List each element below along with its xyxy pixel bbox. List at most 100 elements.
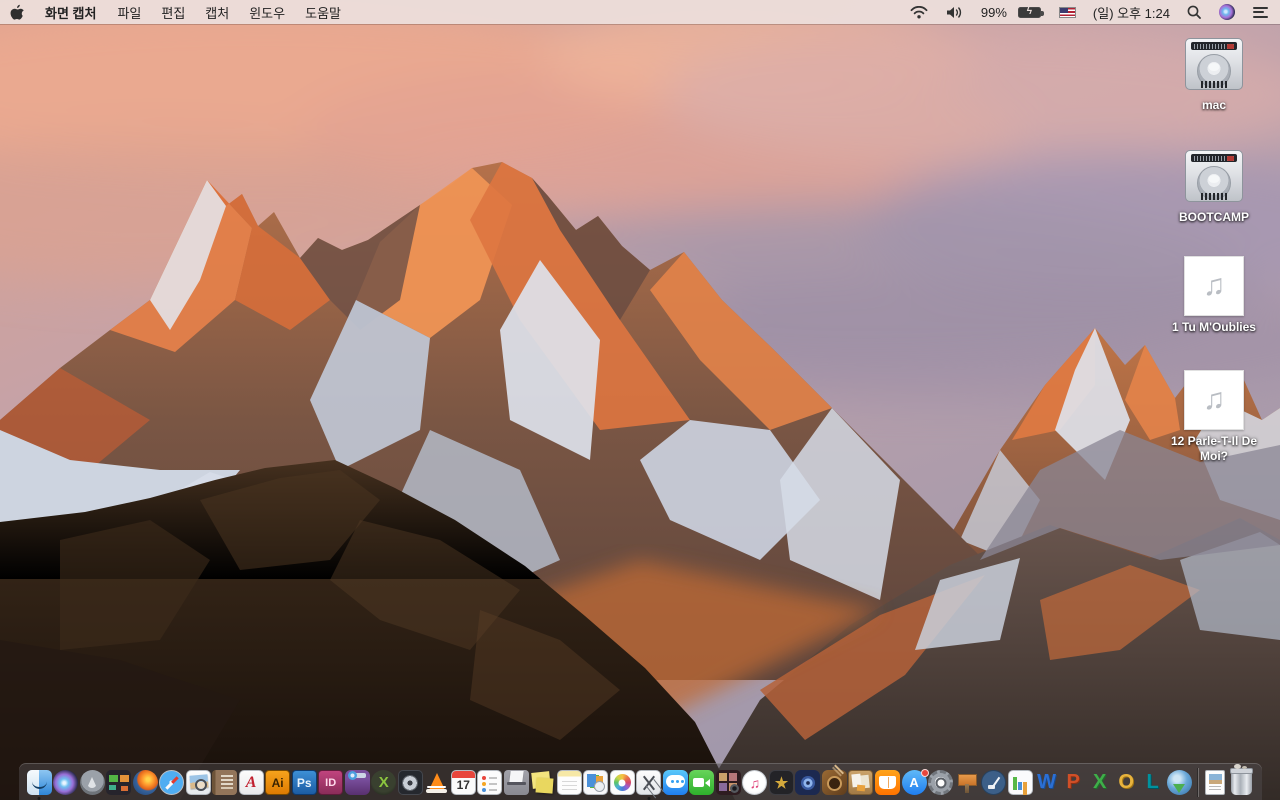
app-menu-item-3[interactable]: 캡처 [195,0,239,24]
dock-item-system-preferences[interactable] [928,765,954,800]
apple-logo-icon [10,4,24,20]
menu-bar-left: 화면 캡처 파일 편집 캡처 윈도우 도움말 [0,0,351,24]
dock-item-news-board[interactable] [848,765,874,800]
dock-item-finder[interactable] [26,765,52,800]
dock-item-powerpoint[interactable]: P [1060,765,1086,800]
app-menu-item-1[interactable]: 파일 [107,0,151,24]
mission-control-icon [106,770,132,795]
dock-item-x-media[interactable]: X [371,765,397,800]
icon-glyph: 17 [456,778,470,792]
dock-item-reminders[interactable] [477,765,503,800]
dock-item-photos[interactable] [609,765,635,800]
dock-item-outlook[interactable]: O [1113,765,1139,800]
system-preferences-icon [928,770,954,795]
facetime-icon [689,770,715,795]
dock-item-templates[interactable] [583,765,609,800]
pages-icon [981,770,1007,795]
icon-glyph: L [1146,771,1159,793]
icon-glyph: ★ [774,774,789,792]
dock-item-stickies[interactable] [530,765,556,800]
desktop-icon-mac[interactable]: mac [1166,36,1262,113]
audio-file-icon [1184,256,1244,316]
dock-item-numbers[interactable] [1007,765,1033,800]
desktop-icon-label: 1 Tu M'Oublies [1172,320,1256,334]
dock-item-garageband[interactable] [821,765,847,800]
dock-item-app-store[interactable]: A [901,765,929,800]
microsoft-outlook-icon: O [1114,770,1139,795]
app-menu-item-4[interactable]: 윈도우 [239,0,295,24]
dock-item-ibooks[interactable] [875,765,901,800]
vlc-icon [424,770,449,795]
trash-icon [1230,764,1254,795]
screen-capture-grab-icon [636,770,662,795]
dock-item-disk-tool[interactable] [397,765,423,800]
hard-drive-icon [1182,148,1246,206]
icon-glyph: O [1118,771,1134,793]
dock-item-notes[interactable] [556,765,582,800]
dock-item-imovie[interactable]: ★ [768,765,794,800]
dock-item-keynote[interactable] [954,765,980,800]
toast-icon [344,770,370,795]
ibooks-icon [875,770,900,795]
icon-glyph: ♫ [749,774,761,791]
microsoft-excel-icon: X [1087,770,1112,795]
dock-item-document-file[interactable] [1202,765,1228,800]
dock-item-calendar[interactable]: 17 [450,765,476,800]
news-board-app-icon [848,770,874,795]
x-media-app-icon: X [371,770,397,795]
icon-glyph: A [245,773,257,791]
siri-icon [53,770,79,795]
dock-item-facetime[interactable] [689,765,715,800]
safari-icon [159,770,185,795]
dock-item-screen-capture[interactable] [636,765,662,800]
desktop-icon-bootcamp[interactable]: BOOTCAMP [1166,148,1262,225]
dock-item-mission-control[interactable] [106,765,132,800]
apple-menu[interactable] [0,0,34,24]
dock-item-illustrator[interactable]: Ai [265,765,291,800]
wifi-icon[interactable] [901,0,937,24]
microsoft-powerpoint-icon: P [1061,770,1086,795]
desktop-icon-song-12[interactable]: 12 Parle-T-Il De Moi? [1166,370,1262,464]
dock-item-idvd[interactable] [795,765,821,800]
dock-item-word[interactable]: W [1034,765,1060,800]
battery-icon[interactable] [1017,0,1050,24]
dock-item-launchpad[interactable] [79,765,105,800]
dock-item-photoshop[interactable]: Ps [291,765,317,800]
microsoft-lync-icon: L [1140,770,1165,795]
dock-item-safari[interactable] [159,765,185,800]
dock-item-doc-box[interactable] [503,765,529,800]
app-menu-item-5[interactable]: 도움말 [295,0,351,24]
app-menu-item-0[interactable]: 화면 캡처 [34,0,107,24]
dock-item-excel[interactable]: X [1087,765,1113,800]
notes-icon [556,770,582,795]
dock-item-toast[interactable] [344,765,370,800]
itunes-icon: ♫ [742,770,768,795]
numbers-icon [1007,770,1033,795]
dock-item-lync[interactable]: L [1140,765,1166,800]
siri-icon[interactable] [1210,0,1244,24]
volume-icon[interactable] [937,0,972,24]
icon-glyph: ID [325,776,337,789]
dock-item-preview[interactable] [185,765,211,800]
dock-item-vlc[interactable] [424,765,450,800]
dock-item-photo-booth[interactable] [715,765,741,800]
preview-icon [185,770,211,795]
dock-item-pages[interactable] [981,765,1007,800]
dock-item-downloader[interactable] [1166,765,1192,800]
input-source-flag-icon[interactable] [1050,0,1085,24]
download-manager-icon [1166,770,1192,795]
dock-item-siri[interactable] [53,765,79,800]
dock-item-messages[interactable] [662,765,688,800]
menu-bar-clock[interactable]: (일) 오후 1:24 [1085,0,1178,24]
spotlight-icon[interactable] [1178,0,1210,24]
dock-item-acrobat-reader[interactable]: A [238,765,264,800]
dock-item-firefox[interactable] [132,765,158,800]
app-menu-item-2[interactable]: 편집 [151,0,195,24]
dock-item-indesign[interactable]: ID [318,765,344,800]
dock-item-trash[interactable] [1229,764,1255,800]
desktop-icon-song-1[interactable]: 1 Tu M'Oublies [1166,256,1262,335]
dock-item-itunes[interactable]: ♫ [742,765,768,800]
battery-status[interactable]: 99% [972,0,1018,24]
dock-item-contacts[interactable] [212,765,238,800]
notification-center-icon[interactable] [1244,0,1280,24]
